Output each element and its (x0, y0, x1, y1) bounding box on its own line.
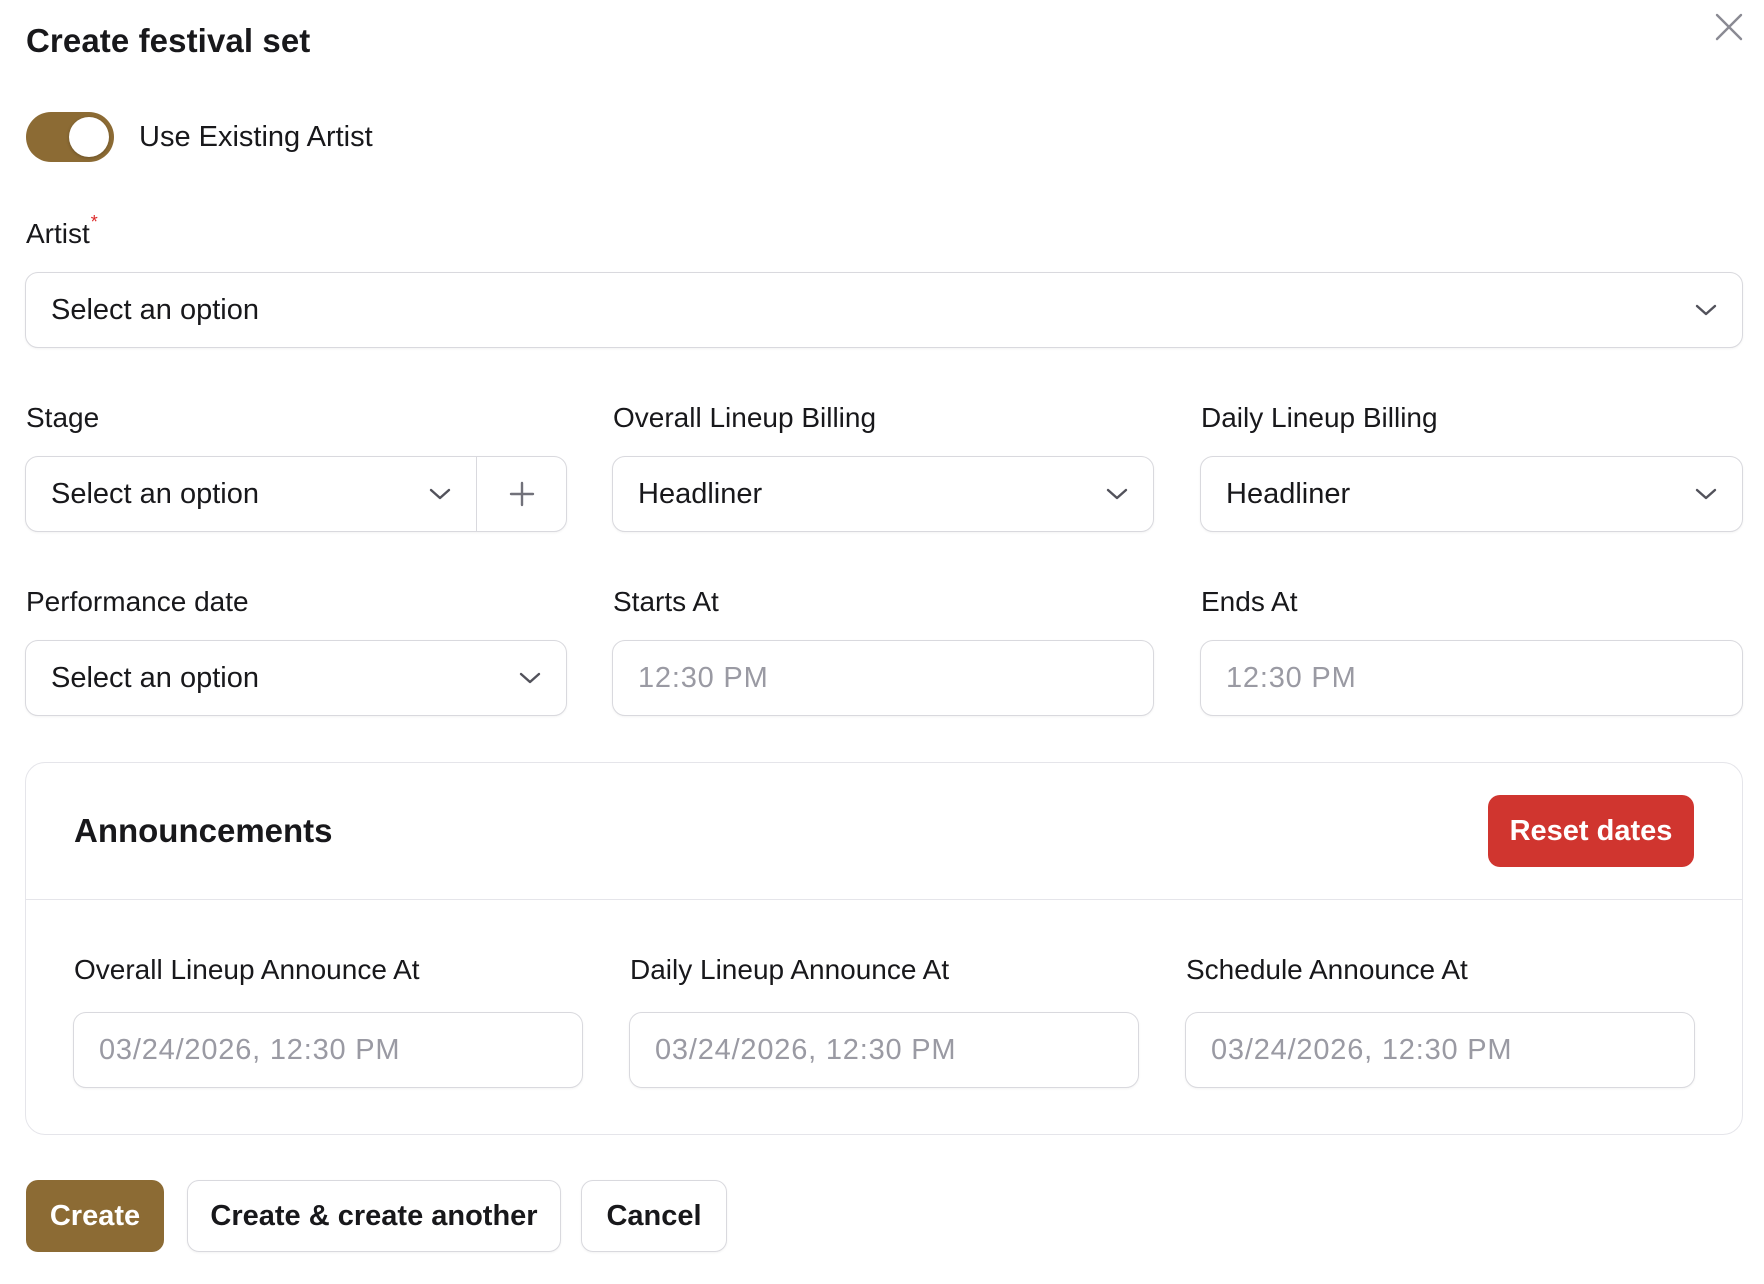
starts-at-input[interactable]: 12:30 PM (612, 640, 1154, 716)
add-stage-button[interactable] (476, 457, 566, 531)
toggle-knob (69, 117, 109, 157)
stage-label: Stage (26, 402, 100, 433)
overall-billing-label: Overall Lineup Billing (613, 402, 877, 433)
create-button[interactable]: Create (26, 1180, 164, 1252)
performance-date-value: Select an option (51, 661, 259, 694)
plus-icon (509, 481, 534, 507)
starts-at-placeholder: 12:30 PM (638, 661, 769, 694)
chevron-down-icon[interactable] (428, 486, 452, 502)
artist-label: Artist* (26, 212, 98, 250)
daily-billing-value: Headliner (1226, 477, 1351, 510)
performance-date-select[interactable]: Select an option (25, 640, 567, 716)
artist-select[interactable]: Select an option (25, 272, 1743, 348)
ends-at-input[interactable]: 12:30 PM (1200, 640, 1743, 716)
daily-billing-select[interactable]: Headliner (1200, 456, 1743, 532)
daily-announce-input[interactable]: 03/24/2026, 12:30 PM (629, 1012, 1139, 1088)
artist-label-text: Artist (26, 218, 90, 249)
daily-announce-placeholder: 03/24/2026, 12:30 PM (655, 1033, 957, 1066)
use-existing-artist-row: Use Existing Artist (26, 112, 373, 162)
create-another-button[interactable]: Create & create another (187, 1180, 561, 1252)
chevron-down-icon (519, 672, 541, 684)
announcements-title: Announcements (74, 812, 333, 849)
chevron-down-icon (1106, 488, 1128, 500)
modal-title: Create festival set (26, 22, 311, 59)
overall-billing-select[interactable]: Headliner (612, 456, 1154, 532)
stage-select-value[interactable]: Select an option (26, 478, 428, 511)
close-icon[interactable] (1712, 10, 1746, 44)
schedule-announce-input[interactable]: 03/24/2026, 12:30 PM (1185, 1012, 1695, 1088)
schedule-announce-placeholder: 03/24/2026, 12:30 PM (1211, 1033, 1513, 1066)
ends-at-label: Ends At (1201, 586, 1298, 617)
daily-billing-label: Daily Lineup Billing (1201, 402, 1438, 433)
stage-select-group: Select an option (25, 456, 567, 532)
required-mark: * (90, 212, 98, 232)
cancel-button[interactable]: Cancel (581, 1180, 727, 1252)
ends-at-placeholder: 12:30 PM (1226, 661, 1357, 694)
toggle-label: Use Existing Artist (139, 120, 373, 153)
overall-announce-label: Overall Lineup Announce At (74, 954, 420, 985)
overall-announce-placeholder: 03/24/2026, 12:30 PM (99, 1033, 401, 1066)
artist-select-value: Select an option (51, 293, 259, 326)
overall-billing-value: Headliner (638, 477, 763, 510)
use-existing-artist-toggle[interactable] (26, 112, 114, 162)
schedule-announce-label: Schedule Announce At (1186, 954, 1468, 985)
reset-dates-button[interactable]: Reset dates (1488, 795, 1694, 867)
performance-date-label: Performance date (26, 586, 249, 617)
announcements-header: Announcements Reset dates (26, 763, 1742, 900)
daily-announce-label: Daily Lineup Announce At (630, 954, 950, 985)
chevron-down-icon (1695, 488, 1717, 500)
overall-announce-input[interactable]: 03/24/2026, 12:30 PM (73, 1012, 583, 1088)
chevron-down-icon (1695, 304, 1717, 316)
starts-at-label: Starts At (613, 586, 719, 617)
